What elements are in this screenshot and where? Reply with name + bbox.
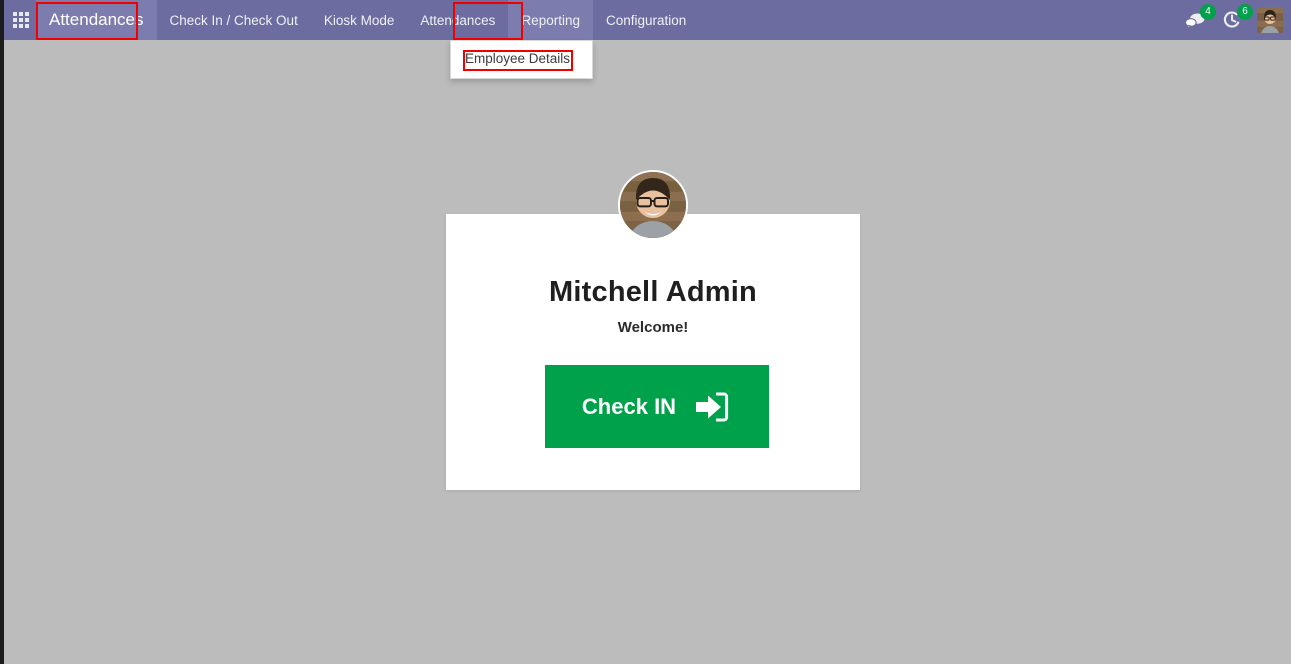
employee-welcome-card: Mitchell Admin Welcome! Check IN — [446, 170, 860, 490]
menu-item-kiosk-mode[interactable]: Kiosk Mode — [311, 0, 408, 40]
messages-button[interactable]: 4 — [1183, 4, 1216, 32]
brand-label: Attendances — [49, 10, 144, 29]
sign-in-arrow-icon — [696, 392, 729, 421]
apps-grid-icon — [12, 12, 29, 28]
avatar — [1257, 7, 1283, 33]
employee-avatar-image — [620, 172, 686, 238]
activities-button[interactable]: 6 — [1220, 4, 1253, 32]
employee-photo — [618, 170, 688, 240]
menu-item-label: Kiosk Mode — [323, 12, 395, 28]
user-menu-avatar[interactable] — [1257, 7, 1283, 33]
menu-item-label: Check In / Check Out — [169, 12, 298, 28]
apps-menu-button[interactable] — [0, 0, 36, 40]
messages-count-badge: 4 — [1200, 4, 1216, 20]
reporting-dropdown-menu: Employee Details — [450, 40, 593, 79]
employee-name: Mitchell Admin — [549, 276, 757, 308]
menu-item-label: Attendances — [420, 12, 496, 28]
menu-item-reporting[interactable]: Reporting — [508, 0, 593, 40]
dropdown-item-label: Employee Details — [465, 51, 571, 66]
menu-item-label: Configuration — [605, 12, 687, 28]
top-navbar: Attendances Check In / Check Out Kiosk M… — [0, 0, 1291, 40]
activities-count-badge: 6 — [1237, 4, 1253, 20]
menu-item-check-in-check-out[interactable]: Check In / Check Out — [157, 0, 311, 40]
brand-attendances[interactable]: Attendances — [36, 0, 157, 40]
navbar-right-tools: 4 6 — [1183, 0, 1291, 40]
welcome-message: Welcome! — [617, 319, 689, 336]
main-content-area: Mitchell Admin Welcome! Check IN — [4, 40, 1291, 664]
menu-item-configuration[interactable]: Configuration — [593, 0, 699, 40]
menu-item-attendances[interactable]: Attendances — [407, 0, 508, 40]
left-edge-rail — [0, 0, 4, 664]
dropdown-item-employee-details[interactable]: Employee Details — [451, 48, 592, 69]
check-in-button[interactable]: Check IN — [545, 365, 769, 448]
menu-item-label: Reporting — [521, 12, 580, 28]
check-in-button-label: Check IN — [581, 393, 677, 419]
